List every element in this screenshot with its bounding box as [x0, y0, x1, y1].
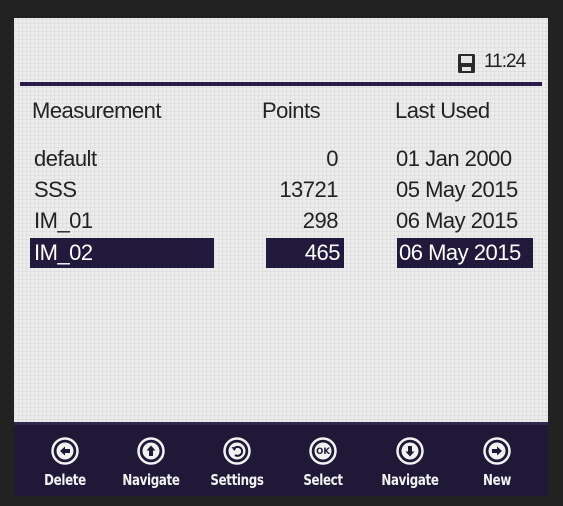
column-header-points: Points	[262, 98, 321, 123]
softkey-bar: Delete Navigate Settings OK Select Navig…	[14, 422, 548, 496]
lcd-screen: 11:24 Measurement Points Last Used defau…	[14, 18, 548, 496]
row-last-used: 06 May 2015	[397, 238, 533, 268]
navigate-label: Navigate	[381, 471, 439, 489]
navigate-label: Navigate	[122, 471, 180, 489]
device-frame: 11:24 Measurement Points Last Used defau…	[0, 0, 563, 506]
save-icon	[458, 54, 475, 73]
row-name: IM_02	[30, 238, 214, 268]
row-last-used: 06 May 2015	[396, 208, 518, 233]
row-points: 298	[302, 208, 339, 233]
row-name: SSS	[34, 177, 77, 202]
table-row-selected[interactable]: IM_02 465 06 May 2015	[14, 238, 548, 268]
row-points: 13721	[279, 177, 338, 202]
new-button[interactable]: New	[453, 425, 541, 496]
arrow-up-icon	[137, 437, 165, 465]
row-name: IM_01	[34, 208, 93, 233]
new-label: New	[483, 471, 511, 489]
select-button[interactable]: OK Select	[279, 425, 367, 496]
row-points: 465	[266, 238, 344, 268]
settings-label: Settings	[210, 471, 264, 489]
table-row[interactable]: default 0 01 Jan 2000	[14, 144, 548, 174]
status-bar: 11:24	[14, 18, 548, 82]
table-row[interactable]: SSS 13721 05 May 2015	[14, 175, 548, 205]
arrow-down-icon	[396, 437, 424, 465]
column-header-last-used: Last Used	[395, 98, 490, 123]
arrow-right-icon	[483, 437, 511, 465]
clock-time: 11:24	[484, 51, 526, 72]
select-label: Select	[303, 471, 343, 489]
column-header-measurement: Measurement	[32, 98, 162, 123]
navigate-up-button[interactable]: Navigate	[107, 425, 195, 496]
settings-back-icon	[223, 437, 251, 465]
settings-button[interactable]: Settings	[193, 425, 281, 496]
arrow-left-icon	[51, 437, 79, 465]
row-points: 0	[326, 146, 338, 171]
row-last-used: 01 Jan 2000	[396, 146, 512, 171]
row-last-used: 05 May 2015	[396, 177, 518, 202]
navigate-down-button[interactable]: Navigate	[366, 425, 454, 496]
status-separator	[20, 82, 542, 86]
delete-button[interactable]: Delete	[21, 425, 109, 496]
ok-icon-text: OK	[316, 447, 330, 457]
ok-icon: OK	[309, 437, 337, 465]
row-name: default	[34, 146, 97, 171]
table-row[interactable]: IM_01 298 06 May 2015	[14, 206, 548, 236]
delete-label: Delete	[44, 471, 86, 489]
